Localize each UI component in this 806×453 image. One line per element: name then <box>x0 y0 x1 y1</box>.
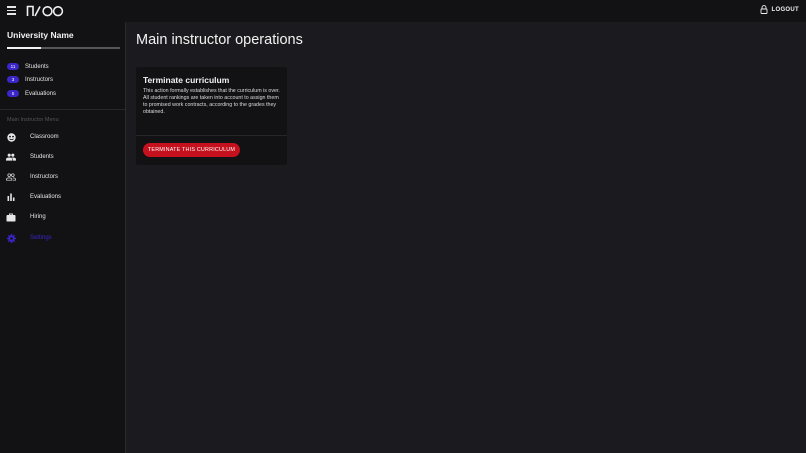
sidebar-item-classroom[interactable]: Classroom <box>6 130 120 144</box>
card-divider <box>136 135 287 136</box>
stat-label: Instructors <box>25 76 54 83</box>
sidebar-item-evaluations[interactable]: Evaluations <box>6 190 120 204</box>
sidebar-item-label: Classroom <box>30 134 59 140</box>
card-description: This action formally establishes that th… <box>143 88 280 115</box>
main-content: Main instructor operations Terminate cur… <box>126 22 806 453</box>
bar-chart-icon <box>6 192 16 202</box>
app-logo <box>26 5 64 17</box>
count-badge: 11 <box>7 63 19 70</box>
terminate-curriculum-card: Terminate curriculum This action formall… <box>136 67 287 165</box>
sidebar-item-label: Settings <box>30 235 52 241</box>
university-name: University Name <box>7 30 74 40</box>
menu-section-header: Main Instructor Menu <box>7 117 59 123</box>
sidebar-item-label: Instructors <box>30 174 59 180</box>
classroom-icon <box>6 132 16 142</box>
briefcase-icon <box>6 212 16 222</box>
stat-label: Evaluations <box>25 90 57 97</box>
menu-icon[interactable] <box>7 6 16 15</box>
sidebar-item-students[interactable]: Students <box>6 150 120 164</box>
sidebar-item-hiring[interactable]: Hiring <box>6 210 120 224</box>
logout-label: LOGOUT <box>771 6 799 13</box>
curriculum-progress-bar <box>7 47 120 49</box>
sidebar-item-label: Hiring <box>30 214 46 220</box>
page-title: Main instructor operations <box>136 32 303 48</box>
group-outline-icon <box>6 172 16 182</box>
sidebar-item-label: Students <box>30 154 54 160</box>
sidebar: University Name 11 Students 3 Instructor… <box>0 22 126 453</box>
stat-instructors: 3 Instructors <box>7 76 53 83</box>
lock-icon <box>760 5 767 14</box>
sidebar-item-label: Evaluations <box>30 194 62 200</box>
count-badge: 5 <box>7 90 19 97</box>
people-icon <box>6 152 16 162</box>
logout-button[interactable]: LOGOUT <box>760 5 799 14</box>
gear-icon <box>6 233 16 243</box>
sidebar-divider <box>0 109 125 110</box>
stat-evaluations: 5 Evaluations <box>7 90 56 97</box>
sidebar-item-instructors[interactable]: Instructors <box>6 170 120 184</box>
count-badge: 3 <box>7 76 19 83</box>
card-title: Terminate curriculum <box>143 75 230 85</box>
terminate-curriculum-button[interactable]: TERMINATE THIS CURRICULUM <box>143 143 240 157</box>
stat-label: Students <box>25 63 49 70</box>
sidebar-item-settings[interactable]: Settings <box>6 231 120 245</box>
curriculum-progress-fill <box>7 47 41 49</box>
top-app-bar: LOGOUT <box>0 0 806 22</box>
stat-students: 11 Students <box>7 63 49 70</box>
